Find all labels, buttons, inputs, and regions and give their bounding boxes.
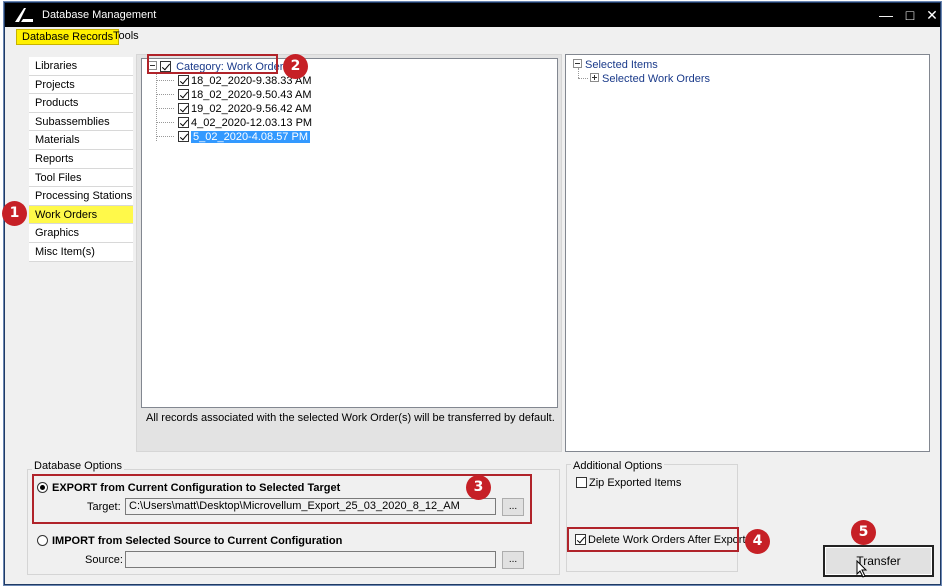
work-order-label: 4_02_2020-12.03.13 PM [191,117,313,129]
sidebar-item-tool-files[interactable]: Tool Files [29,168,133,188]
callout-3: 3 [466,475,491,500]
sidebar-item-misc-items[interactable]: Misc Item(s) [29,242,133,262]
import-option[interactable]: IMPORT from Selected Source to Current C… [37,535,342,547]
sidebar-item-work-orders[interactable]: Work Orders [29,205,133,225]
callout-5: 5 [851,520,876,545]
source-path-field[interactable] [125,551,496,568]
sidebar-item-graphics[interactable]: Graphics [29,224,133,243]
selected-root-node[interactable]: Selected Items [573,58,658,72]
records-panel: Category: Work Orders 18_02_2020-9.38.33… [136,54,562,452]
additional-options-label: Additional Options [571,460,665,472]
tree-connector [156,94,174,95]
tree-connector [156,136,174,137]
callout-1: 1 [2,201,27,226]
app-logo-icon [15,8,33,22]
zip-option[interactable]: Zip Exported Items [576,477,681,489]
tree-connector [156,108,174,109]
transfer-button[interactable]: Transfer [823,545,934,577]
work-order-checkbox[interactable] [178,75,189,86]
zip-label: Zip Exported Items [589,477,682,489]
work-order-checkbox[interactable] [178,103,189,114]
close-icon[interactable]: ✕ [923,6,941,24]
selected-child-node[interactable]: Selected Work Orders [590,72,710,86]
tree-connector [156,122,174,123]
source-label: Source: [85,554,123,566]
annotation-box-delete [567,527,739,552]
source-browse-button[interactable]: ... [502,551,524,569]
tree-item[interactable]: 4_02_2020-12.03.13 PM [178,116,312,130]
record-type-sidebar: Libraries Projects Products Subassemblie… [29,57,133,262]
selected-items-tree[interactable]: Selected Items Selected Work Orders [565,54,930,452]
tree-item[interactable]: 19_02_2020-9.56.42 AM [178,102,312,116]
annotation-box-export [32,474,532,524]
sidebar-item-projects[interactable]: Projects [29,75,133,95]
tree-connector [156,73,157,141]
sidebar-item-materials[interactable]: Materials [29,131,133,150]
work-order-checkbox[interactable] [178,131,189,142]
tree-connector [578,78,588,79]
work-order-checkbox[interactable] [178,117,189,128]
work-order-label: 5_02_2020-4.08.57 PM [191,131,310,143]
sidebar-item-products[interactable]: Products [29,94,133,113]
tree-connector [156,80,174,81]
window-title: Database Management [42,9,157,21]
tree-item[interactable]: 18_02_2020-9.50.43 AM [178,88,312,102]
tree-item[interactable]: 5_02_2020-4.08.57 PM [178,130,310,144]
tab-database-records[interactable]: Database Records [16,29,120,45]
transfer-note: All records associated with the selected… [146,412,555,424]
sidebar-item-libraries[interactable]: Libraries [29,57,133,76]
sidebar-item-reports[interactable]: Reports [29,149,133,169]
tab-tools[interactable]: Tools [108,29,144,45]
selected-child-label: Selected Work Orders [602,73,711,85]
menu-bar: Database Records Tools [5,27,940,46]
zip-checkbox[interactable] [576,477,587,488]
selected-root-label: Selected Items [585,59,658,71]
work-order-label: 18_02_2020-9.50.43 AM [191,89,312,101]
maximize-icon[interactable]: □ [901,6,919,24]
annotation-box-category [147,54,278,74]
mouse-cursor-icon [856,560,868,578]
import-radio[interactable] [37,535,48,546]
title-bar: Database Management — □ ✕ [5,3,940,27]
database-options-label: Database Options [32,460,125,472]
minimize-icon[interactable]: — [877,6,895,24]
collapse-icon[interactable] [573,59,582,68]
import-label: IMPORT from Selected Source to Current C… [52,535,343,547]
callout-4: 4 [745,529,770,554]
work-order-checkbox[interactable] [178,89,189,100]
work-order-label: 19_02_2020-9.56.42 AM [191,103,312,115]
callout-2: 2 [283,54,308,79]
sidebar-item-processing-stations[interactable]: Processing Stations [29,187,133,206]
expand-icon[interactable] [590,73,599,82]
sidebar-item-subassemblies[interactable]: Subassemblies [29,112,133,132]
records-tree[interactable]: Category: Work Orders 18_02_2020-9.38.33… [141,58,558,408]
